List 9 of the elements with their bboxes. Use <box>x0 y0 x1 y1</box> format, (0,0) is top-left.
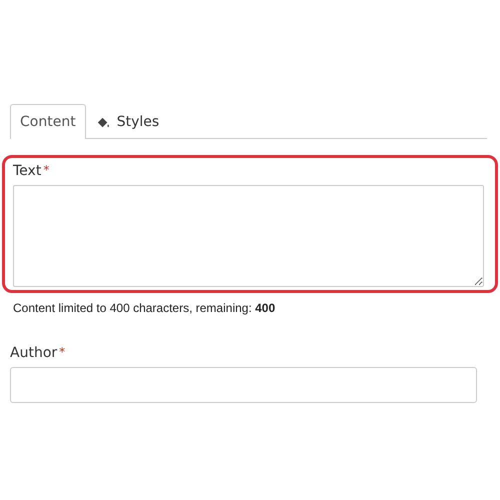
tab[interactable]: Styles <box>86 104 170 139</box>
field-label: Author <box>10 345 58 361</box>
text-area[interactable] <box>13 185 484 287</box>
tab[interactable]: Content <box>10 104 86 139</box>
required-mark: * <box>43 163 50 177</box>
required-mark: * <box>59 345 66 359</box>
input-field[interactable] <box>10 367 477 403</box>
field-label: Text <box>13 163 42 179</box>
help-text: Content limited to 400 characters, remaining: 400 <box>13 301 276 315</box>
